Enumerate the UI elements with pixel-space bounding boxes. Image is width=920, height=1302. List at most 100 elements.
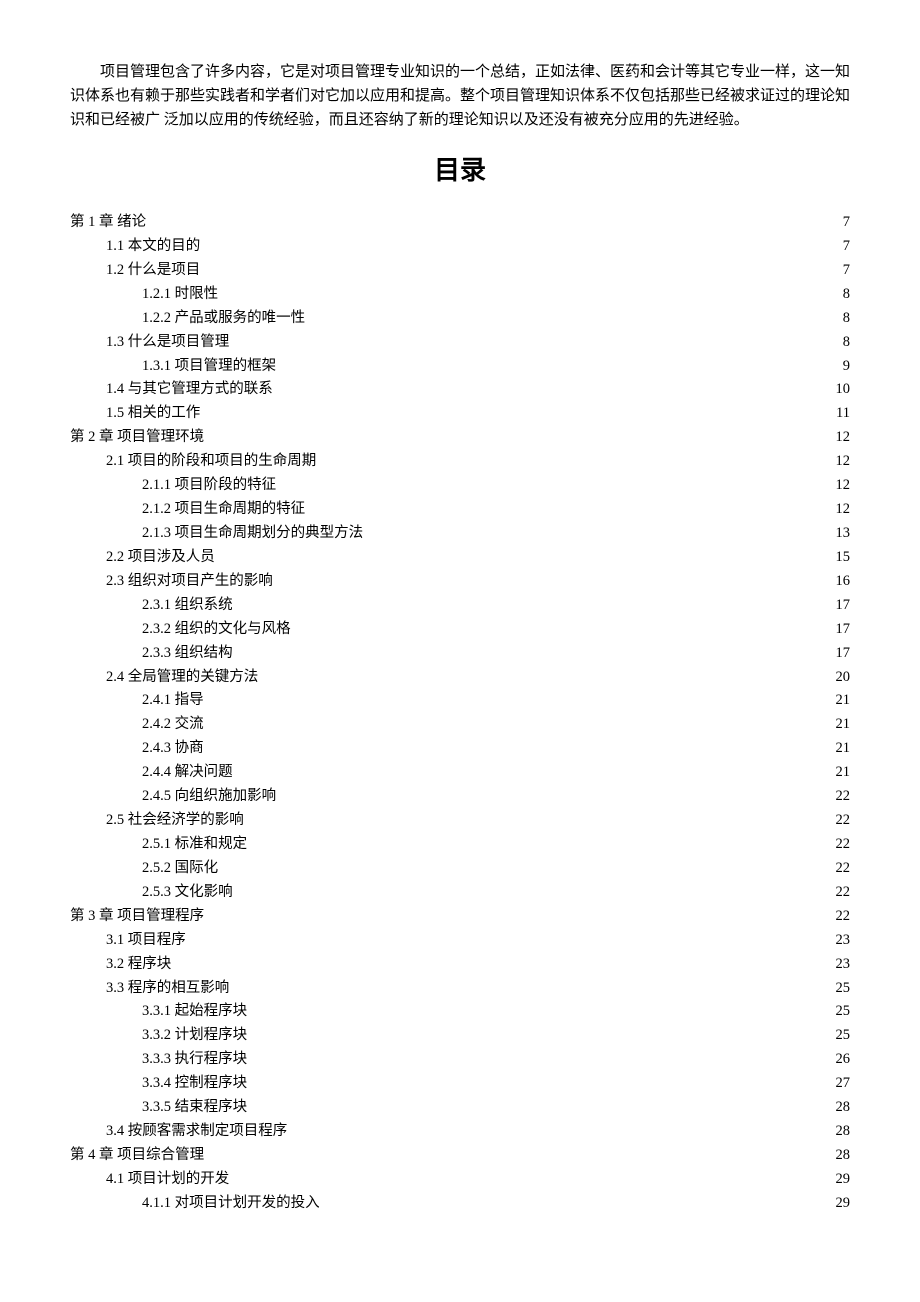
toc-entry[interactable]: 2.3.3 组织结构17 xyxy=(70,642,850,666)
toc-entry[interactable]: 1.2 什么是项目 7 xyxy=(70,259,850,283)
toc-entry-page: 22 xyxy=(830,881,850,905)
toc-entry-label: 第 3 章 项目管理程序 xyxy=(70,905,204,929)
toc-entry[interactable]: 3.3.3 执行程序块26 xyxy=(70,1048,850,1072)
toc-entry-label: 2.4.5 向组织施加影响 xyxy=(142,785,276,809)
toc-entry[interactable]: 3.4 按顾客需求制定项目程序28 xyxy=(70,1120,850,1144)
toc-entry[interactable]: 1.5 相关的工作11 xyxy=(70,402,850,426)
toc-entry[interactable]: 3.3 程序的相互影响 25 xyxy=(70,977,850,1001)
toc-entry-label: 2.1 项目的阶段和项目的生命周期 xyxy=(106,450,316,474)
toc-entry-page: 9 xyxy=(830,355,850,379)
toc-entry-page: 22 xyxy=(830,809,850,833)
toc-entry-page: 22 xyxy=(830,785,850,809)
toc-entry-label: 3.2 程序块 xyxy=(106,953,171,977)
toc-entry[interactable]: 第 4 章 项目综合管理28 xyxy=(70,1144,850,1168)
table-of-contents: 第 1 章 绪论71.1 本文的目的71.2 什么是项目71.2.1 时限性81… xyxy=(70,211,850,1216)
toc-entry-label: 2.4.4 解决问题 xyxy=(142,761,233,785)
toc-entry-page: 12 xyxy=(830,498,850,522)
toc-entry[interactable]: 4.1.1 对项目计划开发的投入 29 xyxy=(70,1192,850,1216)
toc-entry[interactable]: 第 3 章 项目管理程序22 xyxy=(70,905,850,929)
toc-entry-page: 21 xyxy=(830,713,850,737)
toc-entry[interactable]: 1.4 与其它管理方式的联系10 xyxy=(70,378,850,402)
toc-entry-page: 12 xyxy=(830,474,850,498)
toc-entry-label: 2.4.1 指导 xyxy=(142,689,204,713)
toc-entry[interactable]: 2.5.2 国际化 22 xyxy=(70,857,850,881)
toc-entry[interactable]: 2.4.1 指导21 xyxy=(70,689,850,713)
toc-entry[interactable]: 第 1 章 绪论7 xyxy=(70,211,850,235)
toc-entry[interactable]: 2.5.1 标准和规定22 xyxy=(70,833,850,857)
toc-entry-page: 29 xyxy=(830,1192,850,1216)
toc-entry[interactable]: 2.5.3 文化影响 22 xyxy=(70,881,850,905)
toc-entry[interactable]: 1.2.2 产品或服务的唯一性 8 xyxy=(70,307,850,331)
toc-entry-page: 28 xyxy=(830,1096,850,1120)
toc-entry-page: 7 xyxy=(830,259,850,283)
toc-entry-page: 11 xyxy=(830,402,850,426)
toc-entry[interactable]: 2.2 项目涉及人员 15 xyxy=(70,546,850,570)
toc-entry-label: 第 2 章 项目管理环境 xyxy=(70,426,204,450)
toc-entry-page: 17 xyxy=(830,618,850,642)
toc-entry-label: 1.1 本文的目的 xyxy=(106,235,200,259)
toc-entry-label: 2.1.2 项目生命周期的特征 xyxy=(142,498,305,522)
toc-entry[interactable]: 1.3.1 项目管理的框架9 xyxy=(70,355,850,379)
toc-entry[interactable]: 3.3.2 计划程序块25 xyxy=(70,1024,850,1048)
toc-entry[interactable]: 2.4.4 解决问题 21 xyxy=(70,761,850,785)
toc-entry-label: 2.1.1 项目阶段的特征 xyxy=(142,474,276,498)
toc-entry[interactable]: 2.4.5 向组织施加影响 22 xyxy=(70,785,850,809)
toc-entry[interactable]: 3.3.1 起始程序块 25 xyxy=(70,1000,850,1024)
toc-entry-label: 第 4 章 项目综合管理 xyxy=(70,1144,204,1168)
toc-entry-label: 3.1 项目程序 xyxy=(106,929,186,953)
toc-entry[interactable]: 2.1 项目的阶段和项目的生命周期12 xyxy=(70,450,850,474)
toc-entry-label: 2.3.3 组织结构 xyxy=(142,642,233,666)
toc-entry[interactable]: 2.4.3 协商21 xyxy=(70,737,850,761)
toc-entry-label: 2.5 社会经济学的影响 xyxy=(106,809,244,833)
toc-entry-page: 13 xyxy=(830,522,850,546)
toc-entry[interactable]: 2.3.1 组织系统 17 xyxy=(70,594,850,618)
toc-entry-page: 20 xyxy=(830,666,850,690)
toc-entry-label: 2.5.3 文化影响 xyxy=(142,881,233,905)
toc-entry[interactable]: 2.3 组织对项目产生的影响16 xyxy=(70,570,850,594)
toc-entry[interactable]: 1.3 什么是项目管理8 xyxy=(70,331,850,355)
toc-entry[interactable]: 3.1 项目程序23 xyxy=(70,929,850,953)
toc-entry-page: 16 xyxy=(830,570,850,594)
toc-entry[interactable]: 2.1.2 项目生命周期的特征 12 xyxy=(70,498,850,522)
toc-entry[interactable]: 1.2.1 时限性8 xyxy=(70,283,850,307)
toc-entry-page: 15 xyxy=(830,546,850,570)
toc-entry[interactable]: 2.1.1 项目阶段的特征 12 xyxy=(70,474,850,498)
toc-entry-label: 1.2 什么是项目 xyxy=(106,259,200,283)
intro-paragraph: 项目管理包含了许多内容，它是对项目管理专业知识的一个总结，正如法律、医药和会计等… xyxy=(70,60,850,132)
toc-entry-page: 28 xyxy=(830,1120,850,1144)
toc-entry-page: 25 xyxy=(830,977,850,1001)
toc-entry-label: 1.2.2 产品或服务的唯一性 xyxy=(142,307,305,331)
toc-entry-label: 2.5.2 国际化 xyxy=(142,857,218,881)
toc-entry-label: 1.4 与其它管理方式的联系 xyxy=(106,378,273,402)
toc-entry-label: 4.1 项目计划的开发 xyxy=(106,1168,229,1192)
toc-entry-label: 3.3 程序的相互影响 xyxy=(106,977,229,1001)
toc-entry-label: 2.1.3 项目生命周期划分的典型方法 xyxy=(142,522,363,546)
toc-entry-label: 2.3.2 组织的文化与风格 xyxy=(142,618,291,642)
toc-entry[interactable]: 2.4 全局管理的关键方法20 xyxy=(70,666,850,690)
toc-entry-page: 7 xyxy=(830,211,850,235)
toc-entry-label: 3.3.5 结束程序块 xyxy=(142,1096,247,1120)
toc-entry-page: 22 xyxy=(830,857,850,881)
toc-entry[interactable]: 3.2 程序块 23 xyxy=(70,953,850,977)
toc-entry-label: 2.3.1 组织系统 xyxy=(142,594,233,618)
toc-entry-page: 17 xyxy=(830,594,850,618)
toc-entry[interactable]: 2.1.3 项目生命周期划分的典型方法 13 xyxy=(70,522,850,546)
toc-entry-page: 8 xyxy=(830,307,850,331)
toc-entry[interactable]: 4.1 项目计划的开发29 xyxy=(70,1168,850,1192)
toc-entry-label: 4.1.1 对项目计划开发的投入 xyxy=(142,1192,320,1216)
toc-entry[interactable]: 3.3.5 结束程序块 28 xyxy=(70,1096,850,1120)
toc-entry-page: 27 xyxy=(830,1072,850,1096)
toc-entry-label: 3.3.1 起始程序块 xyxy=(142,1000,247,1024)
toc-entry-page: 23 xyxy=(830,953,850,977)
toc-entry[interactable]: 2.3.2 组织的文化与风格 17 xyxy=(70,618,850,642)
toc-entry[interactable]: 3.3.4 控制程序块27 xyxy=(70,1072,850,1096)
toc-entry[interactable]: 2.5 社会经济学的影响 22 xyxy=(70,809,850,833)
toc-entry[interactable]: 第 2 章 项目管理环境12 xyxy=(70,426,850,450)
toc-entry[interactable]: 2.4.2 交流21 xyxy=(70,713,850,737)
toc-entry-page: 21 xyxy=(830,761,850,785)
toc-entry-page: 25 xyxy=(830,1000,850,1024)
toc-heading: 目录 xyxy=(70,150,850,187)
toc-entry-label: 2.2 项目涉及人员 xyxy=(106,546,215,570)
toc-entry[interactable]: 1.1 本文的目的7 xyxy=(70,235,850,259)
toc-entry-label: 1.2.1 时限性 xyxy=(142,283,218,307)
